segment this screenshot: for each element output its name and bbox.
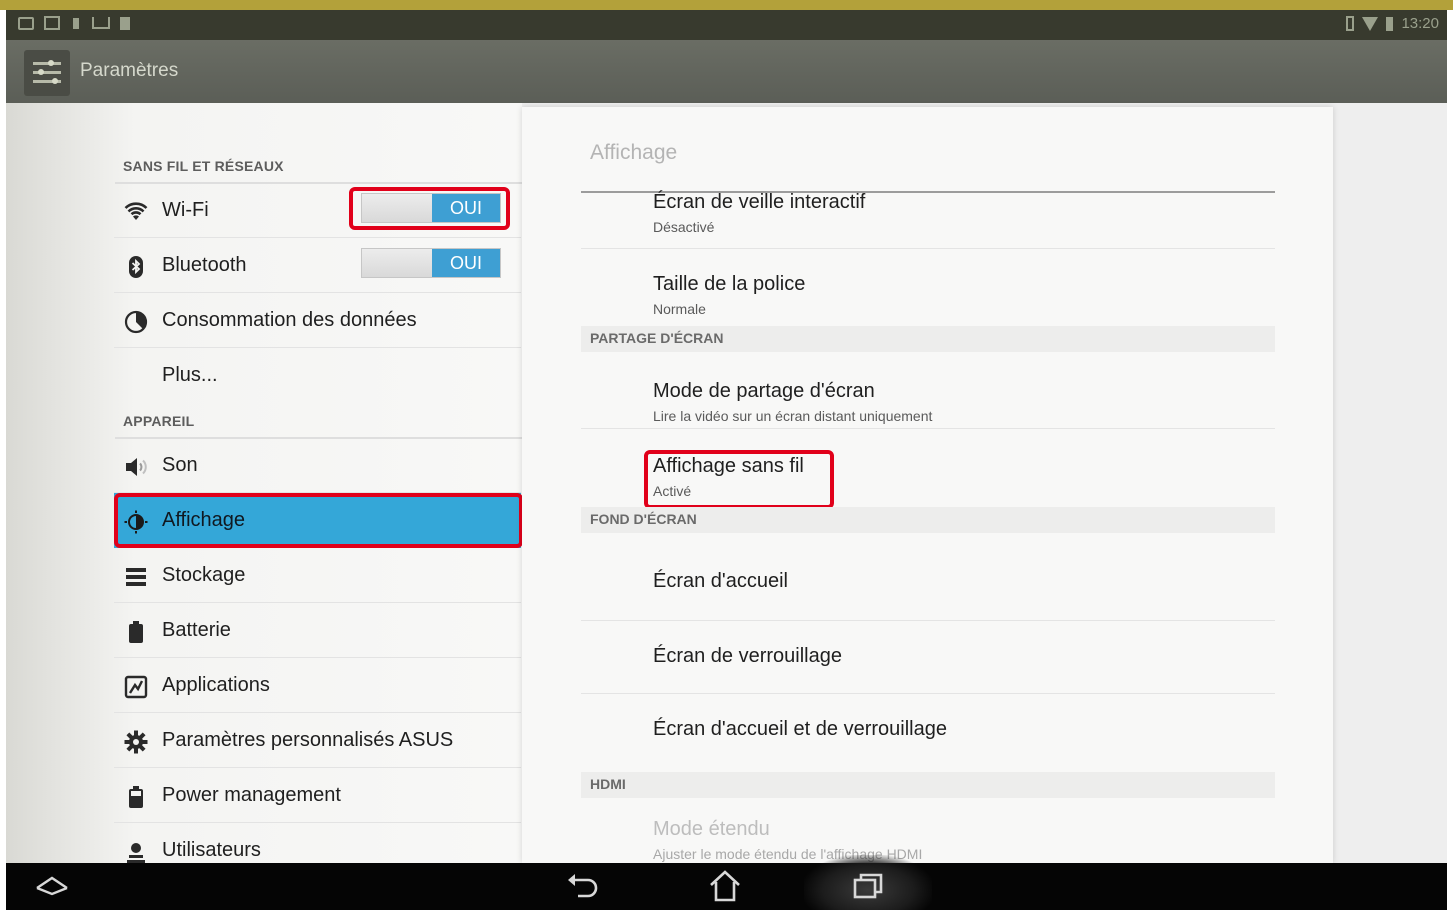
power-management-icon — [129, 786, 143, 808]
asus-menu-icon[interactable] — [32, 869, 72, 903]
bluetooth-label: Bluetooth — [162, 254, 247, 276]
navigation-bar — [6, 855, 1447, 910]
wallpaper-section-label: FOND D'ÉCRAN — [590, 511, 697, 527]
back-icon[interactable] — [562, 869, 602, 903]
settings-menu: SANS FIL ET RÉSEAUX Wi-Fi OUI Bluetooth … — [6, 103, 525, 863]
power-management-label: Power management — [162, 784, 341, 806]
user-icon — [127, 843, 145, 863]
daydream-summary: Désactivé — [653, 219, 715, 235]
recent-apps-icon[interactable] — [848, 869, 888, 903]
menu-item-battery[interactable]: Batterie — [114, 603, 521, 658]
notification-icons — [18, 16, 130, 30]
status-bar: 13:20 — [6, 10, 1447, 40]
home-and-lock-title: Écran d'accueil et de verrouillage — [653, 718, 947, 740]
screen-share-mode-summary: Lire la vidéo sur un écran distant uniqu… — [653, 408, 933, 424]
sound-label: Son — [162, 454, 198, 476]
more-label: Plus... — [162, 364, 218, 386]
menu-item-storage[interactable]: Stockage — [114, 548, 521, 603]
font-size-summary: Normale — [653, 301, 706, 317]
highlight-wifi-toggle — [349, 187, 510, 230]
menu-item-bluetooth[interactable]: Bluetooth OUI — [114, 238, 521, 293]
highlight-display — [114, 493, 523, 548]
menu-item-asus-settings[interactable]: Paramètres personnalisés ASUS — [114, 713, 521, 768]
highlight-wireless-display — [644, 450, 834, 509]
battery-icon — [129, 621, 143, 643]
settings-sliders-icon[interactable] — [24, 50, 70, 96]
wifi-label: Wi-Fi — [162, 199, 209, 221]
sound-icon — [126, 458, 147, 476]
action-bar: Paramètres — [6, 40, 1447, 103]
menu-item-power-management[interactable]: Power management — [114, 768, 521, 823]
storage-icon — [126, 568, 146, 586]
battery-icon — [1386, 16, 1394, 31]
section-header-wireless: SANS FIL ET RÉSEAUX — [115, 158, 522, 184]
bluetooth-toggle[interactable]: OUI — [361, 248, 501, 278]
setting-daydream[interactable]: Écran de veille interactif Désactivé — [581, 189, 1275, 249]
display-settings-pane: Affichage Écran de veille interactif Dés… — [522, 107, 1333, 863]
menu-item-data-usage[interactable]: Consommation des données — [114, 293, 521, 348]
tablet-screen: 13:20 Paramètres SANS FIL ET RÉSEAUX Wi-… — [6, 10, 1447, 910]
setting-home-screen[interactable]: Écran d'accueil — [581, 535, 1275, 621]
battery-outline-icon — [1346, 16, 1355, 31]
hdmi-section-label: HDMI — [590, 776, 626, 792]
menu-item-sound[interactable]: Son — [114, 438, 521, 493]
clock: 13:20 — [1401, 15, 1439, 32]
data-usage-label: Consommation des données — [162, 309, 417, 331]
section-header-hdmi: HDMI — [581, 772, 1275, 798]
menu-item-more[interactable]: Plus... — [114, 348, 521, 403]
lock-icon — [73, 17, 79, 29]
wifi-icon — [124, 202, 148, 220]
bluetooth-toggle-state: OUI — [432, 249, 500, 277]
setting-font-size[interactable]: Taille de la police Normale — [581, 249, 1275, 324]
section-header-wallpaper: FOND D'ÉCRAN — [581, 507, 1275, 533]
section-header-device: APPAREIL — [114, 413, 525, 439]
image-icon — [44, 16, 60, 30]
wifi-signal-icon — [1362, 16, 1379, 31]
setting-lock-screen[interactable]: Écran de verrouillage — [581, 621, 1275, 694]
pane-title: Affichage — [590, 141, 678, 164]
asus-settings-label: Paramètres personnalisés ASUS — [162, 729, 454, 751]
usb-icon — [92, 17, 110, 29]
battery-label: Batterie — [162, 619, 231, 641]
app-title: Paramètres — [80, 60, 179, 81]
mail-icon — [18, 16, 34, 30]
users-label: Utilisateurs — [162, 839, 261, 861]
home-icon[interactable] — [705, 869, 745, 903]
bluetooth-icon — [129, 256, 143, 278]
top-band — [0, 0, 1453, 10]
daydream-title: Écran de veille interactif — [653, 191, 866, 213]
file-icon — [120, 16, 130, 30]
setting-home-and-lock[interactable]: Écran d'accueil et de verrouillage — [581, 694, 1275, 769]
font-size-title: Taille de la police — [653, 273, 806, 295]
gear-icon — [124, 730, 148, 754]
applications-label: Applications — [162, 674, 270, 696]
home-screen-title: Écran d'accueil — [653, 570, 788, 592]
screen-share-section-label: PARTAGE D'ÉCRAN — [590, 330, 724, 346]
extended-mode-title: Mode étendu — [653, 818, 770, 840]
screen-share-mode-title: Mode de partage d'écran — [653, 380, 875, 402]
lock-screen-title: Écran de verrouillage — [653, 645, 842, 667]
system-icons: 13:20 — [1346, 15, 1439, 32]
setting-screen-share-mode[interactable]: Mode de partage d'écran Lire la vidéo su… — [581, 354, 1275, 429]
applications-icon — [124, 675, 148, 699]
data-usage-icon — [124, 310, 148, 334]
setting-extended-mode: Mode étendu Ajuster le mode étendu de l'… — [581, 800, 1275, 863]
menu-item-applications[interactable]: Applications — [114, 658, 521, 713]
storage-label: Stockage — [162, 564, 246, 586]
section-header-screen-share: PARTAGE D'ÉCRAN — [581, 326, 1275, 352]
